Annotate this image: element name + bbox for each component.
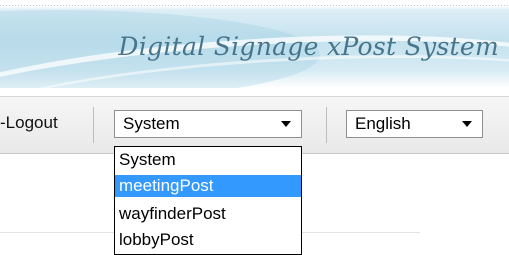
chevron-down-icon xyxy=(462,121,472,127)
dropdown-option-wayfinderpost[interactable]: wayfinderPost xyxy=(115,203,301,225)
page: Digital Signage xPost System -Logout Sys… xyxy=(0,0,509,255)
chevron-down-icon xyxy=(281,121,291,127)
banner-top-border xyxy=(0,5,509,6)
system-select[interactable]: System xyxy=(114,110,302,138)
system-title: Digital Signage xPost System xyxy=(118,32,499,61)
logout-label: Logout xyxy=(5,113,58,132)
logout-link[interactable]: -Logout xyxy=(0,113,58,133)
system-select-value: System xyxy=(123,114,180,133)
dropdown-option-system[interactable]: System xyxy=(115,149,301,171)
dropdown-option-lobbypost[interactable]: lobbyPost xyxy=(115,229,301,251)
language-select[interactable]: English xyxy=(346,110,483,138)
header-banner: Digital Signage xPost System xyxy=(0,0,509,88)
language-select-value: English xyxy=(355,114,411,133)
system-select-dropdown: System meetingPost wayfinderPost lobbyPo… xyxy=(114,146,302,255)
toolbar-divider xyxy=(93,107,94,143)
toolbar-divider xyxy=(326,107,327,143)
dropdown-option-meetingpost[interactable]: meetingPost xyxy=(115,175,301,197)
